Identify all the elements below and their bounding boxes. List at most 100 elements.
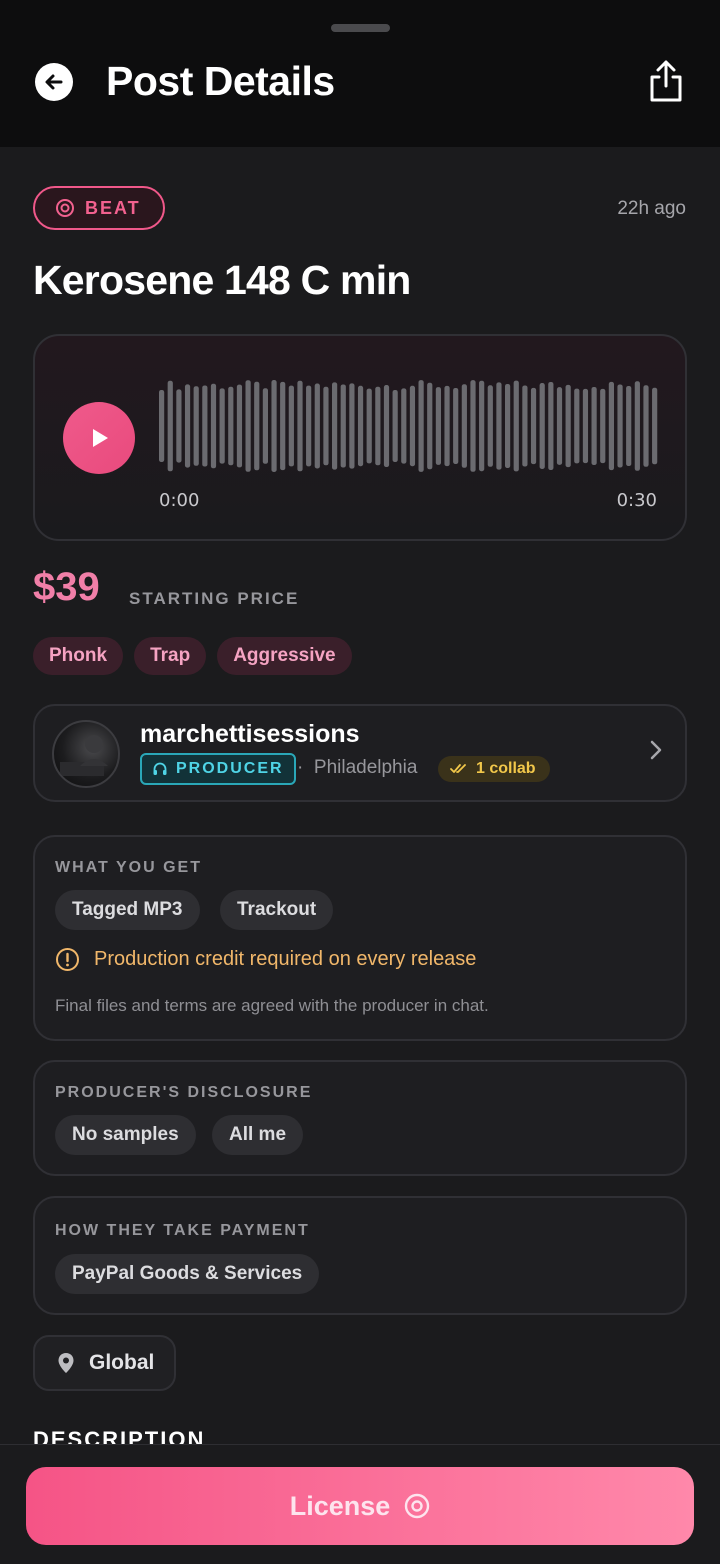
waveform-bar (349, 383, 355, 469)
waveform-bar (184, 384, 191, 468)
credit-warning-text: Production credit required on every rele… (94, 948, 477, 970)
description-heading: DESCRIPTION (33, 1427, 206, 1444)
waveform-bar (375, 386, 381, 466)
waveform-bar (496, 382, 502, 470)
location-separator: · (297, 757, 304, 778)
alert-circle-icon (56, 948, 79, 971)
deliverable-chip: Trackout (220, 890, 334, 930)
waveform-bar (548, 382, 554, 470)
genre-tag[interactable]: Trap (134, 637, 207, 675)
share-icon (650, 60, 682, 102)
region-label: Global (89, 1351, 155, 1374)
waveform-bar (306, 385, 312, 467)
share-button[interactable] (646, 58, 686, 104)
license-button-label: License (289, 1490, 391, 1521)
waveform-bar (582, 388, 589, 464)
credit-warning: Production credit required on every rele… (55, 947, 476, 972)
genre-tag[interactable]: Phonk (33, 637, 124, 675)
what-you-get-heading: WHAT YOU GET (55, 859, 202, 876)
producer-role-badge: PRODUCER (140, 753, 296, 785)
waveform-bar (461, 384, 467, 468)
waveform-bar (530, 387, 537, 465)
sheet-grabber[interactable] (331, 24, 390, 32)
post-timestamp: 22h ago (617, 198, 686, 219)
waveform-bar (513, 380, 519, 472)
waveform-bar (314, 383, 320, 469)
audio-player: 0:00 0:30 (33, 334, 687, 541)
waveform-bar (323, 386, 329, 466)
waveform-bar (418, 380, 424, 472)
post-title: Kerosene 148 C min (33, 257, 411, 303)
license-button[interactable]: License (26, 1467, 694, 1545)
waveform-bar (435, 387, 441, 465)
deliverable-chip: Tagged MP3 (55, 890, 200, 930)
disclosure-chip: All me (212, 1115, 304, 1155)
waveform-bar (427, 382, 433, 470)
post-type-badge: BEAT (33, 186, 165, 230)
waveform-bar (392, 390, 398, 463)
waveform-bar (383, 385, 390, 467)
waveform-bar (643, 385, 649, 467)
waveform-bar (340, 384, 346, 468)
waveform-bar (565, 384, 571, 468)
terms-note: Final files and terms are agreed with th… (55, 996, 489, 1015)
waveform-bar (245, 380, 251, 472)
waveform-bar (366, 388, 372, 464)
waveform-bar (159, 390, 165, 462)
disclosure-heading: PRODUCER'S DISCLOSURE (55, 1084, 313, 1101)
headphones-icon (153, 762, 167, 775)
collab-count-badge: 1 collab (438, 756, 550, 782)
avatar-image (60, 735, 108, 776)
post-content[interactable]: BEAT 22h ago Kerosene 148 C min 0:00 0:3… (0, 147, 720, 1444)
target-icon (405, 1493, 430, 1519)
producer-name: marchettisessions (140, 720, 360, 748)
waveform-bar (202, 385, 208, 467)
page-title: Post Details (106, 58, 335, 104)
waveform-bar (262, 388, 268, 464)
waveform-bar (210, 383, 217, 469)
what-you-get-card: WHAT YOU GET Tagged MP3 Trackout Product… (33, 835, 687, 1041)
producer-avatar (52, 720, 120, 788)
waveform-bar (271, 380, 277, 472)
waveform-bar (591, 386, 597, 466)
track-duration: 0:30 (616, 490, 657, 511)
waveform-bar (505, 384, 511, 468)
waveform-bar (297, 380, 303, 472)
app-header: Post Details (0, 0, 720, 147)
producer-role-label: PRODUCER (176, 760, 284, 777)
waveform-bar (409, 385, 416, 467)
genre-tags: Phonk Trap Aggressive (33, 637, 352, 675)
play-button[interactable] (63, 402, 135, 474)
price-value: $39 (33, 565, 100, 609)
payment-method-chip: PayPal Goods & Services (55, 1254, 320, 1294)
payment-heading: HOW THEY TAKE PAYMENT (55, 1222, 310, 1239)
waveform-bar (453, 387, 459, 464)
waveform-bar (522, 385, 528, 467)
producer-card[interactable]: marchettisessions PRODUCER · Philadelphi… (33, 704, 687, 802)
waveform-bar (634, 381, 640, 471)
waveform-bar (608, 381, 614, 471)
back-button[interactable] (35, 63, 73, 101)
waveform-bar (617, 384, 623, 468)
waveform-bar (479, 380, 485, 472)
waveform-bar (600, 388, 606, 464)
producer-city: Philadelphia (313, 757, 418, 778)
double-check-icon (450, 764, 466, 773)
genre-tag[interactable]: Aggressive (217, 637, 352, 675)
waveform-bar (288, 385, 294, 467)
region-chip: Global (33, 1335, 177, 1391)
waveform-bar (539, 383, 545, 469)
waveform-bar (401, 388, 407, 464)
collab-count-label: 1 collab (476, 760, 536, 777)
waveform-bar (254, 381, 260, 471)
waveform-bar (487, 385, 493, 467)
waveform-scrubber[interactable] (159, 380, 659, 472)
waveform-bar (228, 386, 234, 466)
waveform-bar (574, 388, 580, 464)
current-time: 0:00 (159, 490, 200, 511)
waveform-bar (444, 385, 450, 467)
play-icon (93, 429, 108, 447)
waveform-bar (176, 389, 182, 463)
producer-location: · Philadelphia (297, 757, 417, 779)
arrow-left-icon (45, 74, 63, 90)
